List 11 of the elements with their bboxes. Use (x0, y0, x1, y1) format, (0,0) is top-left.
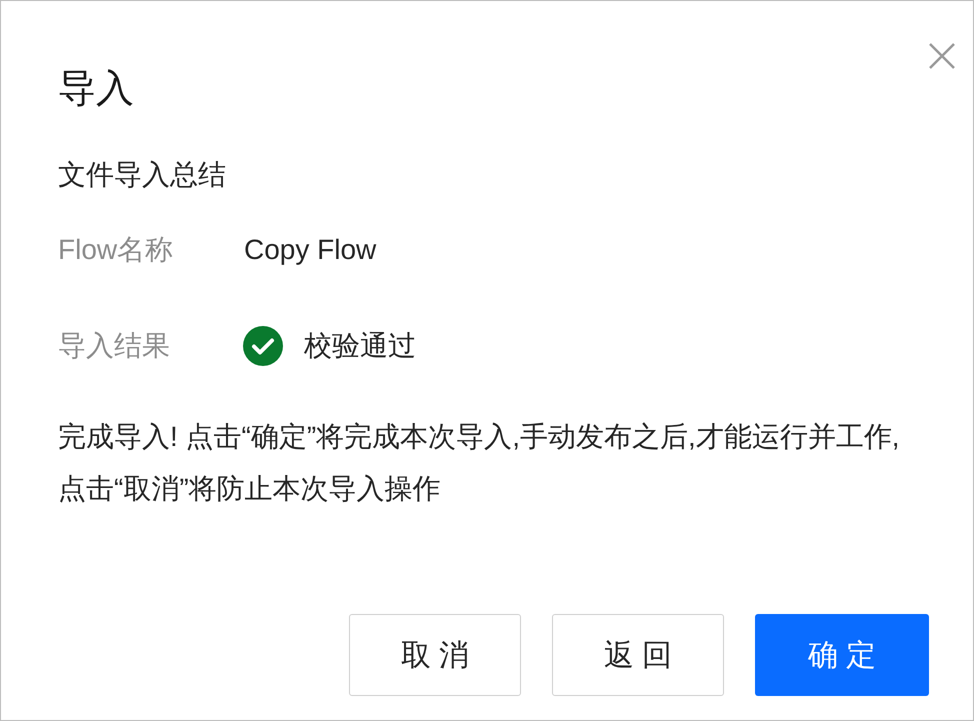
message-text: 完成导入! 点击“确定”将完成本次导入,手动发布之后,才能运行并工作,点击“取消”将防止本次导入操作 (58, 420, 901, 506)
field-label: 导入结果 (58, 329, 171, 363)
check-circle-icon (242, 325, 284, 367)
field-value: 校验通过 (304, 329, 416, 363)
dialog-button[interactable]: 取 消 (349, 614, 521, 696)
dialog-title: 导入 (58, 67, 134, 112)
section-heading: 文件导入总结 (58, 158, 226, 192)
dialog-button[interactable]: 返 回 (552, 614, 724, 696)
confirm-button[interactable]: 确 定 (755, 614, 929, 696)
field-value: Copy Flow (244, 233, 376, 267)
field-label: Flow名称 (58, 233, 174, 267)
